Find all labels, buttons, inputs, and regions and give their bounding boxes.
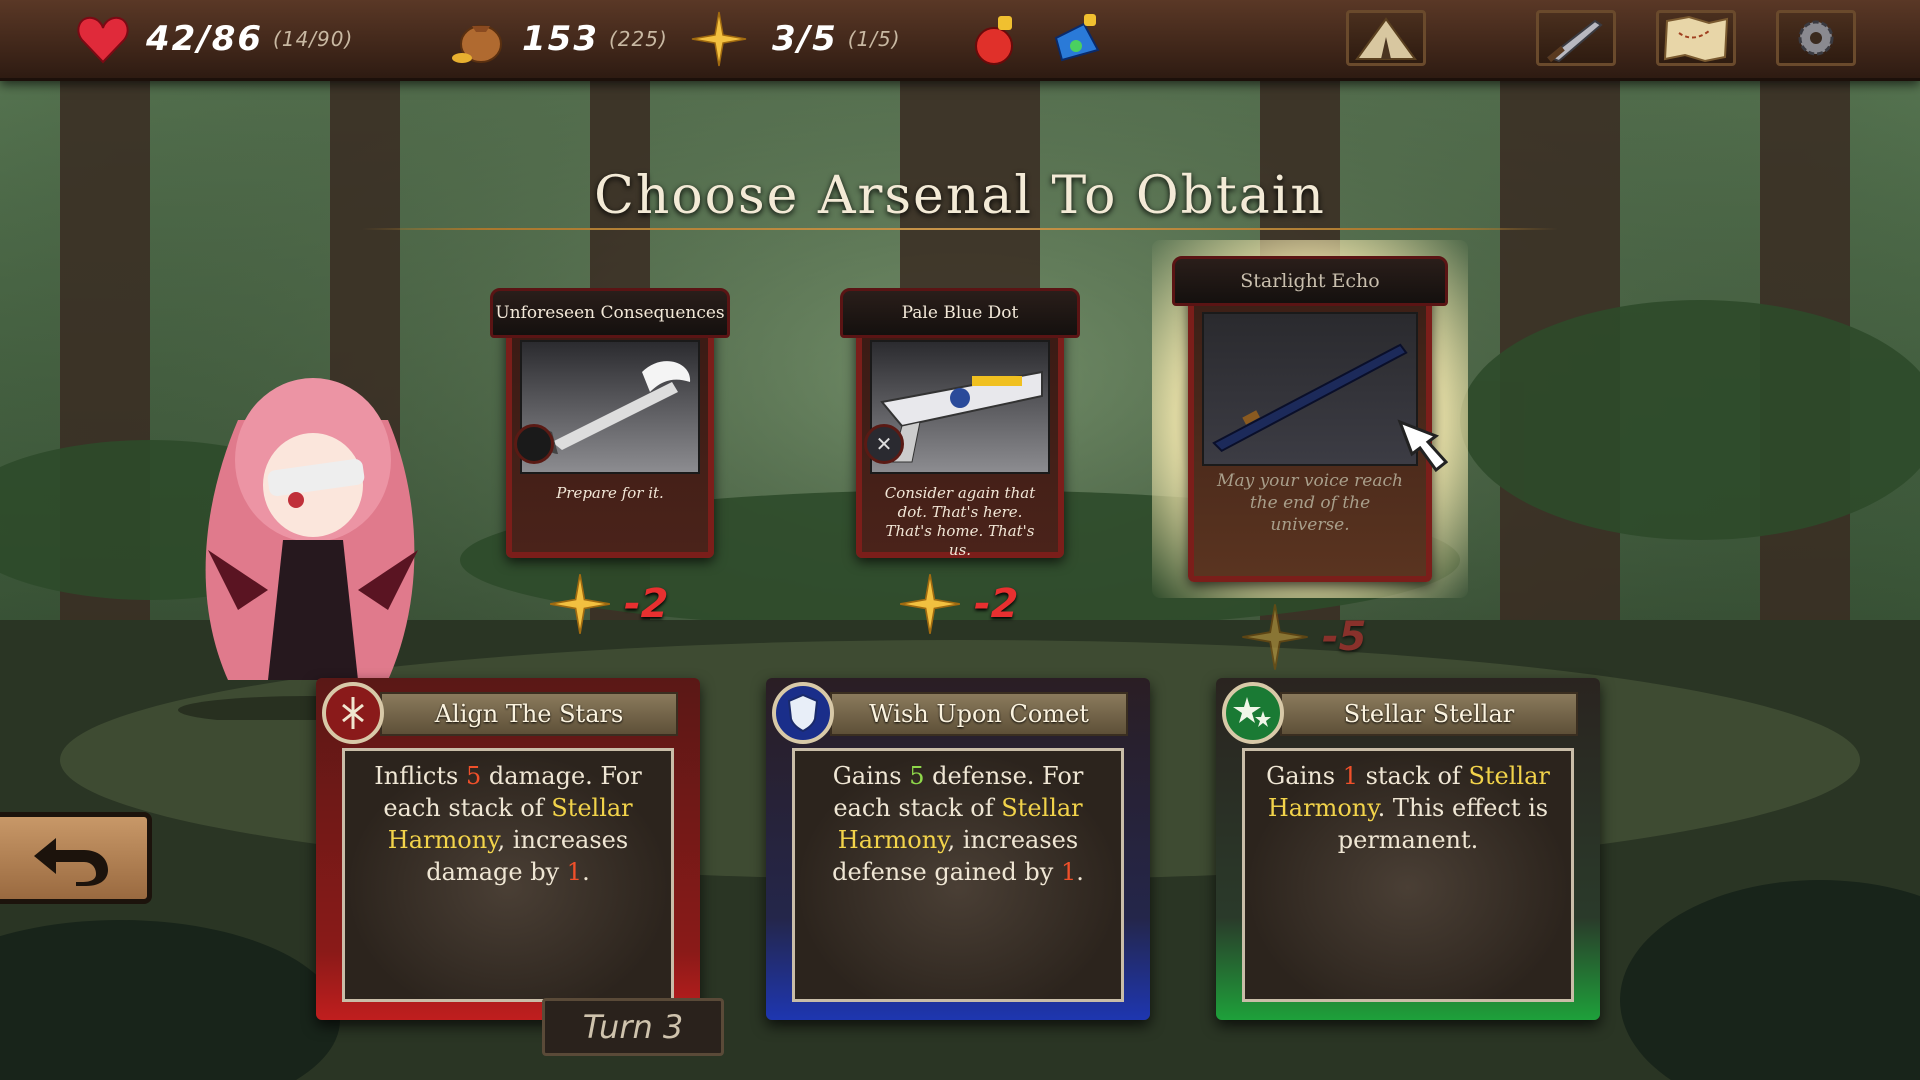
red-potion-icon[interactable]: [968, 10, 1026, 68]
undo-arrow-icon: [34, 838, 108, 886]
card-type-icon: [514, 424, 554, 464]
hp-sub-value: (14/90): [273, 27, 354, 51]
skill-card[interactable]: Wish Upon Comet Gains 5 defense. For eac…: [766, 678, 1150, 1020]
arsenal-cost-value: -5: [1322, 614, 1367, 660]
sword-icon: [1547, 19, 1603, 63]
arsenal-card-desc: Prepare for it.: [556, 484, 664, 502]
weapon-art-icon: [1212, 343, 1408, 453]
settings-gear-icon: [1798, 20, 1834, 56]
arsenal-card-desc: May your voice reach the end of the univ…: [1217, 471, 1403, 535]
coin-bag-icon: [452, 25, 502, 63]
map-icon: [1663, 15, 1729, 63]
title-divider: [362, 228, 1558, 230]
skill-card[interactable]: Align The Stars Inflicts 5 damage. For e…: [316, 678, 700, 1020]
skill-card-text: Gains 1 stack of Stellar Harmony. This e…: [1266, 762, 1550, 854]
heart-icon: [77, 16, 129, 64]
blue-potion-icon[interactable]: [1048, 10, 1106, 68]
arsenal-cost: -5: [1240, 602, 1366, 672]
crossed-swords-icon: ✕: [864, 424, 904, 464]
pointer-cursor-icon: [1397, 419, 1448, 473]
arsenal-card[interactable]: Pale Blue Dot ✕ Consider again that dot.…: [840, 288, 1080, 559]
star-icon: [900, 574, 960, 634]
turn-indicator: Turn 3: [542, 998, 724, 1056]
gold-value: 153: [522, 19, 599, 59]
stars-badge-icon: [1222, 682, 1284, 744]
star-sub-value: (1/5): [847, 27, 901, 51]
hp-value: 42/86: [146, 19, 264, 59]
back-button[interactable]: [0, 812, 152, 904]
settings-button[interactable]: [1776, 10, 1856, 66]
attack-badge-icon: [322, 682, 384, 744]
skill-card-name: Stellar Stellar: [1280, 692, 1578, 736]
arsenal-card-art: [1202, 312, 1418, 466]
star-icon: [1242, 604, 1308, 670]
deck-button[interactable]: [1536, 10, 1616, 66]
top-status-bar: 42/86 (14/90) 153 (225) 3/5 (1/5): [0, 0, 1920, 81]
camp-button[interactable]: [1346, 10, 1426, 66]
arsenal-cost: -2: [898, 572, 1018, 636]
hp-counter: 42/86 (14/90): [146, 14, 353, 64]
arsenal-cost: -2: [548, 572, 668, 636]
skill-card-text: Inflicts 5 damage. For each stack of Ste…: [374, 762, 642, 886]
shield-badge-icon: [772, 682, 834, 744]
arsenal-card-desc: Consider again that dot. That's here. Th…: [884, 484, 1036, 559]
arsenal-card-name: Pale Blue Dot: [840, 288, 1080, 338]
star-counter: 3/5 (1/5): [772, 14, 901, 64]
star-icon: [691, 11, 747, 67]
skill-card[interactable]: Stellar Stellar Gains 1 stack of Stellar…: [1216, 678, 1600, 1020]
gold-counter: 153 (225): [522, 14, 668, 64]
character-portrait: [178, 378, 438, 720]
star-icon: [550, 574, 610, 634]
skill-card-name: Align The Stars: [380, 692, 678, 736]
page-title: Choose Arsenal To Obtain: [594, 166, 1326, 226]
arsenal-cost-value: -2: [974, 581, 1019, 627]
camp-tent-icon: [1355, 17, 1417, 60]
skill-card-text: Gains 5 defense. For each stack of Stell…: [832, 762, 1084, 886]
map-button[interactable]: [1656, 10, 1736, 66]
arsenal-cost-value: -2: [624, 581, 669, 627]
star-value: 3/5: [772, 19, 838, 59]
skill-card-name: Wish Upon Comet: [830, 692, 1128, 736]
arsenal-card-name: Unforeseen Consequences: [490, 288, 730, 338]
arsenal-card-name: Starlight Echo: [1172, 256, 1448, 306]
arsenal-card[interactable]: Unforeseen Consequences Prepare for it.: [490, 288, 730, 558]
gold-sub-value: (225): [608, 27, 668, 51]
